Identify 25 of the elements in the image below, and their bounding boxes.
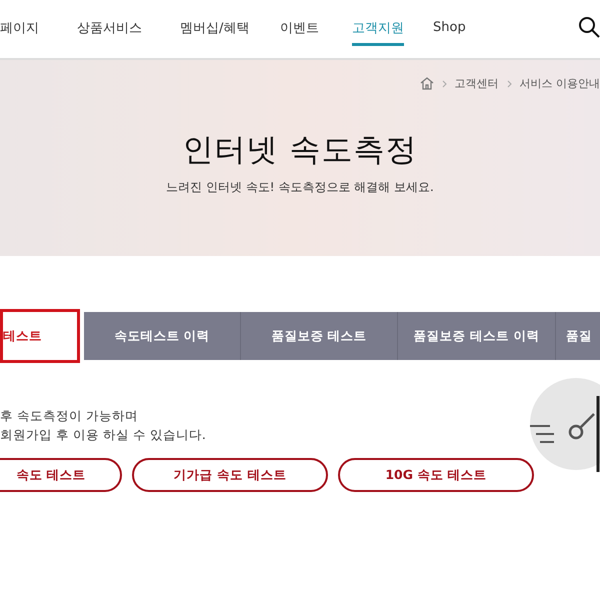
tab[interactable]: 속도테스트 이력 xyxy=(84,312,241,360)
breadcrumb-link[interactable]: 서비스 이용안내 xyxy=(520,76,600,91)
speedometer-icon xyxy=(528,376,600,472)
nav-item[interactable]: 멤버십/혜택 xyxy=(180,0,280,58)
nav-item[interactable]: 페이지 xyxy=(0,0,77,58)
nav-item[interactable]: 이벤트 xyxy=(280,0,352,58)
page-subtitle: 느려진 인터넷 속도! 속도측정으로 해결해 보세요. xyxy=(166,179,434,196)
page-title: 인터넷 속도측정 xyxy=(182,131,418,170)
notice-text: 후 속도측정이 가능하며 xyxy=(0,407,139,425)
tab[interactable]: 품질보증 테스트 이력 xyxy=(398,312,556,360)
search-icon[interactable] xyxy=(578,16,600,38)
tab[interactable]: 품질보증 테스트 xyxy=(241,312,398,360)
tab[interactable]: 테스트 xyxy=(0,309,80,363)
notice-text: 회원가입 후 이용 하실 수 있습니다. xyxy=(0,426,207,444)
chevron-icon xyxy=(442,80,446,88)
home-icon[interactable] xyxy=(420,77,434,90)
nav-item[interactable]: 고객지원 xyxy=(352,0,433,58)
speed-test-button[interactable]: 속도 테스트 xyxy=(0,458,122,492)
chevron-icon xyxy=(506,80,512,88)
speed-test-button[interactable]: 기가급 속도 테스트 xyxy=(132,458,328,492)
nav-item[interactable]: Shop xyxy=(433,0,513,58)
speed-test-button[interactable]: 10G 속도 테스트 xyxy=(338,458,534,492)
breadcrumb-link[interactable]: 고객센터 xyxy=(454,76,498,91)
nav-item[interactable]: 상품서비스 xyxy=(77,0,180,58)
tab[interactable]: 품질 xyxy=(556,312,600,360)
